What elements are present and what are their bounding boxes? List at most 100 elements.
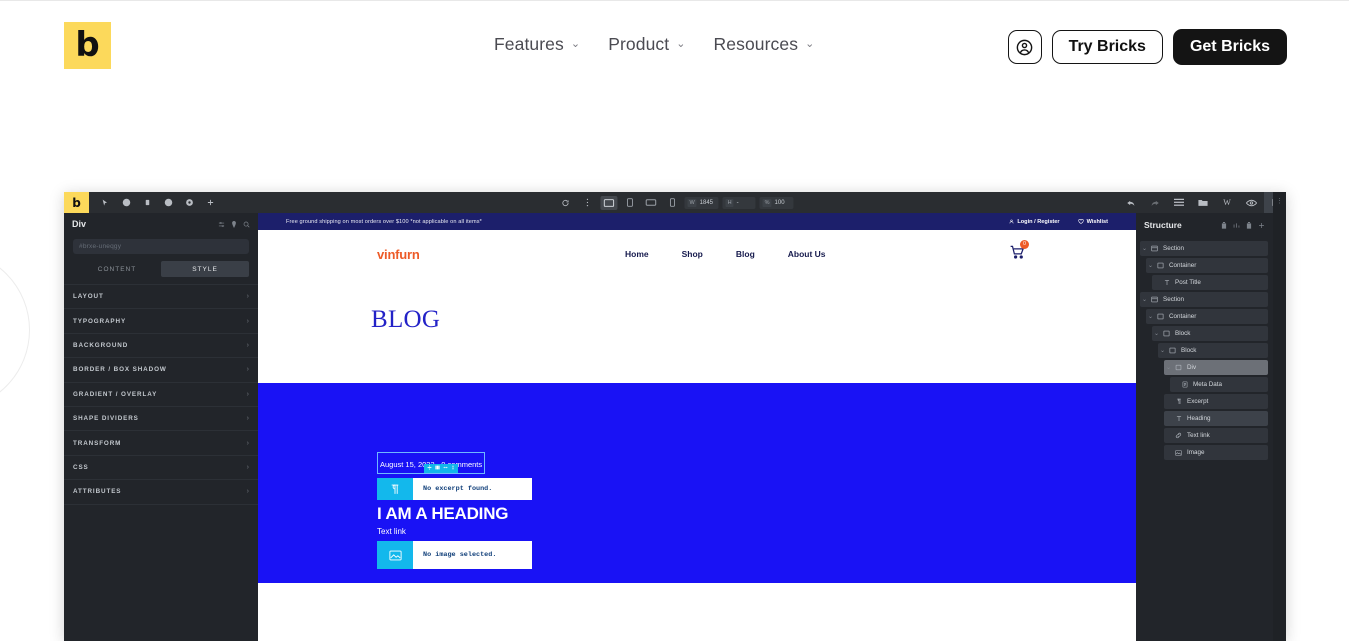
store-link-about-us[interactable]: About Us bbox=[788, 249, 826, 259]
tree-item-container[interactable]: ⌄ Container bbox=[1146, 309, 1268, 324]
section-shape-dividers[interactable]: SHAPE DIVIDERS › bbox=[64, 407, 258, 432]
store-link-blog[interactable]: Blog bbox=[736, 249, 755, 259]
tab-content[interactable]: CONTENT bbox=[73, 261, 161, 277]
help-icon[interactable] bbox=[117, 192, 135, 213]
wishlist-link[interactable]: Wishlist bbox=[1078, 219, 1108, 225]
chevron-right-icon: › bbox=[246, 390, 249, 398]
device-desktop-button[interactable] bbox=[600, 195, 618, 210]
panel-resize-handle[interactable]: ⋮ bbox=[1276, 198, 1283, 205]
store-link-home[interactable]: Home bbox=[625, 249, 649, 259]
move-icon[interactable] bbox=[427, 465, 432, 472]
meta-icon bbox=[1179, 381, 1190, 388]
templates-icon[interactable] bbox=[1168, 192, 1190, 213]
section-layout[interactable]: LAYOUT › bbox=[64, 285, 258, 310]
section-border-box-shadow[interactable]: BORDER / BOX SHADOW › bbox=[64, 358, 258, 383]
section-transform[interactable]: TRANSFORM › bbox=[64, 431, 258, 456]
duplicate-icon[interactable] bbox=[435, 465, 440, 472]
expand-icon[interactable] bbox=[1258, 216, 1265, 234]
tree-item-post-title[interactable]: Post Title bbox=[1152, 275, 1268, 290]
chevron-down-icon[interactable]: ⌄ bbox=[1146, 262, 1155, 269]
preview-icon[interactable] bbox=[1240, 192, 1262, 213]
add-icon[interactable] bbox=[201, 192, 219, 213]
tree-item-heading[interactable]: Heading bbox=[1164, 411, 1268, 426]
chevron-down-icon: ⌄ bbox=[570, 38, 581, 50]
device-tablet-landscape-button[interactable] bbox=[642, 196, 659, 210]
post-loop-block[interactable]: August 15, 2023 · 0 comments bbox=[258, 383, 1136, 583]
nav-item-features[interactable]: Features ⌄ bbox=[494, 34, 580, 55]
section-attributes[interactable]: ATTRIBUTES › bbox=[64, 480, 258, 505]
delete-all-icon[interactable] bbox=[1221, 216, 1227, 234]
pin-icon[interactable] bbox=[231, 215, 237, 233]
undo-icon[interactable] bbox=[1120, 192, 1142, 213]
tree-item-meta-data[interactable]: Meta Data bbox=[1170, 377, 1268, 392]
builder-topbar: b W 1845 H - % 100 W bbox=[64, 192, 1286, 213]
tree-item-section[interactable]: ⌄ Section bbox=[1140, 292, 1268, 307]
tree-item-block[interactable]: ⌄ Block bbox=[1152, 326, 1268, 341]
tree-item-label: Meta Data bbox=[1193, 381, 1223, 388]
chevron-down-icon[interactable]: ⌄ bbox=[1152, 330, 1161, 337]
device-mobile-button[interactable] bbox=[663, 196, 680, 210]
element-id-input[interactable]: #brxe-uneqgy bbox=[73, 239, 249, 254]
section-background[interactable]: BACKGROUND › bbox=[64, 334, 258, 359]
login-register-link[interactable]: Login / Register bbox=[1009, 219, 1060, 225]
more-vertical-icon[interactable] bbox=[578, 192, 596, 213]
nav-item-resources[interactable]: Resources ⌄ bbox=[714, 34, 815, 55]
image-placeholder[interactable]: No image selected. bbox=[377, 541, 532, 569]
section-typography[interactable]: TYPOGRAPHY › bbox=[64, 309, 258, 334]
store-link-shop[interactable]: Shop bbox=[682, 249, 703, 259]
section-css[interactable]: CSS › bbox=[64, 456, 258, 481]
search-icon[interactable] bbox=[243, 215, 250, 233]
builder-logo[interactable]: b bbox=[64, 192, 89, 213]
vertical-resize-icon[interactable] bbox=[451, 465, 455, 472]
chevron-down-icon[interactable]: ⌄ bbox=[1164, 364, 1173, 371]
chevron-right-icon: › bbox=[246, 463, 249, 471]
post-meta[interactable]: August 15, 2023 · 0 comments bbox=[377, 452, 486, 474]
tree-item-section[interactable]: ⌄ Section bbox=[1140, 241, 1268, 256]
left-panel-header: Div bbox=[64, 213, 258, 235]
store-brand[interactable]: vinfurn bbox=[377, 247, 420, 262]
try-bricks-button[interactable]: Try Bricks bbox=[1051, 30, 1163, 64]
trash-icon[interactable] bbox=[1246, 216, 1252, 234]
settings-sliders-icon[interactable] bbox=[218, 215, 225, 233]
redo-icon[interactable] bbox=[1144, 192, 1166, 213]
device-tablet-portrait-button[interactable] bbox=[621, 196, 638, 210]
builder-canvas[interactable]: Free ground shipping on most orders over… bbox=[258, 213, 1136, 641]
chevron-right-icon: › bbox=[246, 317, 249, 325]
wordpress-icon[interactable]: W bbox=[1216, 192, 1238, 213]
canvas-zoom-field[interactable]: % 100 bbox=[759, 196, 794, 209]
structure-tree: ⌄ Section ⌄ Container Post Title ⌄ Section ⌄ Con… bbox=[1136, 237, 1273, 460]
post-heading[interactable]: I AM A HEADING bbox=[377, 504, 567, 524]
section-gradient-overlay[interactable]: GRADIENT / OVERLAY › bbox=[64, 383, 258, 407]
chevron-down-icon[interactable]: ⌄ bbox=[1158, 347, 1167, 354]
tree-item-text-link[interactable]: Text link bbox=[1164, 428, 1268, 443]
delete-icon[interactable] bbox=[138, 192, 156, 213]
cursor-icon[interactable] bbox=[96, 192, 114, 213]
chevron-down-icon[interactable]: ⌄ bbox=[1140, 245, 1149, 252]
link-icon bbox=[1173, 432, 1184, 439]
get-bricks-button[interactable]: Get Bricks bbox=[1172, 29, 1287, 65]
refresh-icon[interactable] bbox=[556, 192, 574, 213]
bricks-logo[interactable]: b bbox=[64, 22, 111, 69]
tab-style[interactable]: STYLE bbox=[161, 261, 249, 277]
sort-icon[interactable] bbox=[1233, 216, 1240, 234]
account-button[interactable] bbox=[1007, 30, 1042, 64]
settings-icon[interactable] bbox=[180, 192, 198, 213]
tree-item-image[interactable]: Image bbox=[1164, 445, 1268, 460]
cart-button[interactable]: 0 bbox=[1010, 239, 1029, 264]
canvas-width-field[interactable]: W 1845 bbox=[684, 196, 719, 209]
post-text-link[interactable]: Text link bbox=[377, 527, 567, 536]
tree-item-excerpt[interactable]: Excerpt bbox=[1164, 394, 1268, 409]
heart-icon bbox=[1078, 219, 1084, 224]
excerpt-placeholder[interactable]: No excerpt found. bbox=[377, 478, 532, 500]
chevron-down-icon[interactable]: ⌄ bbox=[1140, 296, 1149, 303]
canvas-height-field[interactable]: H - bbox=[722, 196, 756, 209]
pages-icon[interactable] bbox=[1192, 192, 1214, 213]
history-icon[interactable] bbox=[159, 192, 177, 213]
tree-item-label: Block bbox=[1181, 347, 1197, 354]
nav-item-product[interactable]: Product ⌄ bbox=[608, 34, 685, 55]
tree-item-div[interactable]: ⌄ Div bbox=[1164, 360, 1268, 375]
tree-item-container[interactable]: ⌄ Container bbox=[1146, 258, 1268, 273]
chevron-down-icon[interactable]: ⌄ bbox=[1146, 313, 1155, 320]
tree-item-block[interactable]: ⌄ Block bbox=[1158, 343, 1268, 358]
horizontal-resize-icon[interactable] bbox=[443, 465, 448, 472]
